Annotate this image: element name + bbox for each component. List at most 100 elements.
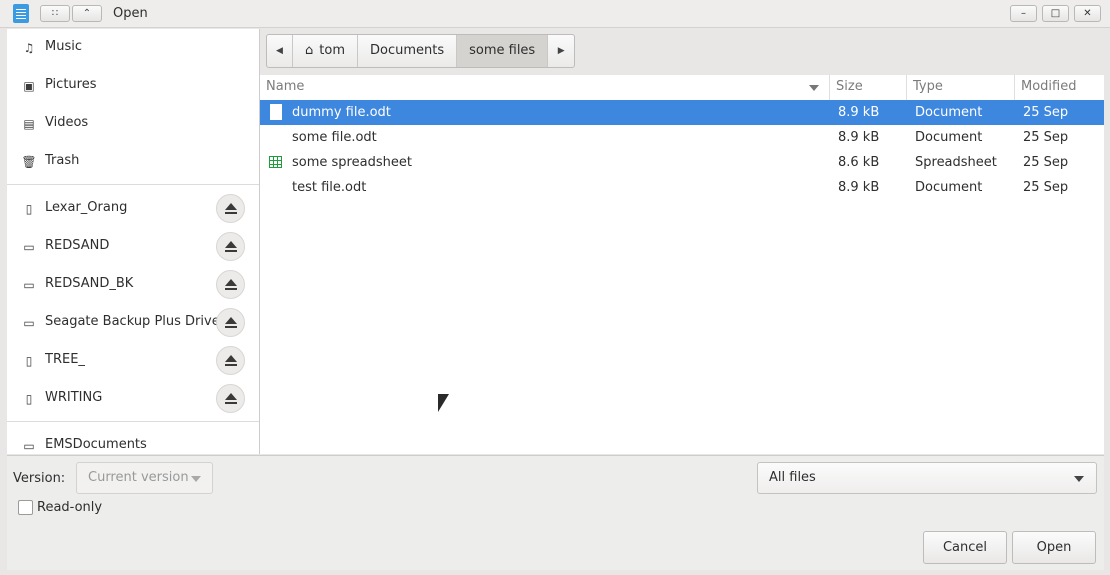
chevron-down-icon: [191, 476, 201, 482]
path-forward-button[interactable]: ▶: [548, 35, 574, 67]
file-row[interactable]: some file.odt 8.9 kB Document 25 Sep: [260, 125, 1104, 150]
cancel-button[interactable]: Cancel: [923, 531, 1007, 564]
drive-icon: ▭: [23, 240, 35, 254]
sidebar-item-seagate[interactable]: ▭ Seagate Backup Plus Drive: [7, 304, 259, 342]
chevron-down-icon: [1074, 476, 1084, 482]
sidebar-item-videos[interactable]: ▤ Videos: [7, 105, 259, 143]
sort-descending-icon: [809, 85, 819, 91]
eject-icon[interactable]: [216, 346, 245, 375]
sidebar-separator: [7, 421, 259, 422]
file-name: dummy file.odt: [292, 105, 391, 120]
usb-drive-icon: ▯: [25, 202, 33, 216]
column-header-type[interactable]: Type: [907, 75, 1015, 100]
column-header-size[interactable]: Size: [830, 75, 907, 100]
path-crumb-label: tom: [319, 43, 345, 58]
maximize-button[interactable]: □: [1042, 5, 1069, 22]
title-bar: ∷ ⌃ Open – □ ✕: [0, 0, 1110, 28]
picture-icon: ▣: [23, 79, 35, 93]
file-size: 8.9 kB: [838, 130, 880, 145]
file-name: some file.odt: [292, 130, 377, 145]
readonly-checkbox[interactable]: [18, 500, 33, 515]
file-type: Document: [915, 180, 983, 195]
sidebar-item-redsand[interactable]: ▭ REDSAND: [7, 228, 259, 266]
sidebar-item-label: Lexar_Orang: [45, 200, 128, 215]
grid-menu-button[interactable]: ∷: [40, 5, 70, 22]
film-icon: ▤: [23, 117, 35, 131]
column-header-name[interactable]: Name: [260, 75, 830, 100]
minimize-button[interactable]: –: [1010, 5, 1037, 22]
sidebar-item-label: Seagate Backup Plus Drive: [45, 314, 220, 329]
writer-app-icon: [13, 4, 29, 23]
eject-icon[interactable]: [216, 194, 245, 223]
document-icon: [270, 104, 282, 120]
sidebar-item-lexar-orang[interactable]: ▯ Lexar_Orang: [7, 190, 259, 228]
sidebar-item-writing[interactable]: ▯ WRITING: [7, 380, 259, 418]
file-type: Document: [915, 105, 983, 120]
sidebar-item-label: Music: [45, 39, 82, 54]
sidebar-item-label: Pictures: [45, 77, 97, 92]
file-type: Spreadsheet: [915, 155, 997, 170]
window-title: Open: [113, 6, 148, 21]
sidebar-item-label: TREE_: [45, 352, 85, 367]
file-row[interactable]: dummy file.odt 8.9 kB Document 25 Sep: [260, 100, 1104, 125]
file-name: test file.odt: [292, 180, 367, 195]
sidebar-item-label: Trash: [45, 153, 80, 168]
path-crumb-some-files[interactable]: some files: [457, 35, 549, 67]
music-note-icon: ♫: [23, 41, 35, 55]
sidebar-item-redsand-bk[interactable]: ▭ REDSAND_BK: [7, 266, 259, 304]
sidebar-item-music[interactable]: ♫ Music: [7, 29, 259, 67]
column-header-label: Name: [266, 79, 305, 94]
usb-drive-icon: ▯: [25, 354, 33, 368]
file-filter-value: All files: [769, 470, 816, 485]
file-row[interactable]: some spreadsheet 8.6 kB Spreadsheet 25 S…: [260, 150, 1104, 175]
open-button[interactable]: Open: [1012, 531, 1096, 564]
file-size: 8.9 kB: [838, 105, 880, 120]
file-modified: 25 Sep: [1023, 105, 1069, 120]
places-sidebar: ♫ Music ▣ Pictures ▤ Videos 🗑 Trash ▯ Le…: [7, 29, 260, 454]
sidebar-item-tree[interactable]: ▯ TREE_: [7, 342, 259, 380]
path-bar: ◀ ⌂ tom Documents some files ▶: [266, 34, 576, 68]
file-modified: 25 Sep: [1023, 155, 1069, 170]
trash-icon: 🗑: [21, 155, 37, 169]
file-size: 8.6 kB: [838, 155, 880, 170]
drive-icon: ▭: [23, 278, 35, 292]
eject-icon[interactable]: [216, 270, 245, 299]
shade-up-button[interactable]: ⌃: [72, 5, 102, 22]
file-modified: 25 Sep: [1023, 130, 1069, 145]
version-combo[interactable]: Current version: [76, 462, 213, 494]
usb-drive-icon: ▯: [25, 392, 33, 406]
path-crumb-documents[interactable]: Documents: [358, 35, 458, 67]
mouse-pointer-icon: [438, 394, 449, 412]
readonly-label: Read-only: [37, 500, 103, 515]
file-type: Document: [915, 130, 983, 145]
sidebar-item-trash[interactable]: 🗑 Trash: [7, 143, 259, 181]
eject-icon[interactable]: [216, 308, 245, 337]
sidebar-item-emsdocuments[interactable]: ▭ EMSDocuments: [7, 427, 259, 454]
file-row[interactable]: test file.odt 8.9 kB Document 25 Sep: [260, 175, 1104, 200]
sidebar-item-label: WRITING: [45, 390, 103, 405]
sidebar-item-label: EMSDocuments: [45, 437, 147, 452]
dialog-options-area: Version: Current version Read-only All f…: [7, 455, 1104, 570]
file-modified: 25 Sep: [1023, 180, 1069, 195]
home-icon: ⌂: [305, 43, 314, 58]
spreadsheet-icon: [269, 156, 282, 168]
sidebar-item-pictures[interactable]: ▣ Pictures: [7, 67, 259, 105]
eject-icon[interactable]: [216, 232, 245, 261]
path-crumb-home[interactable]: ⌂ tom: [293, 35, 358, 67]
eject-icon[interactable]: [216, 384, 245, 413]
file-list: Name Size Type Modified dummy file.odt 8…: [260, 75, 1104, 454]
sidebar-item-label: REDSAND: [45, 238, 110, 253]
file-size: 8.9 kB: [838, 180, 880, 195]
sidebar-separator: [7, 184, 259, 185]
sidebar-item-label: REDSAND_BK: [45, 276, 134, 291]
version-label: Version:: [13, 471, 66, 486]
close-button[interactable]: ✕: [1074, 5, 1101, 22]
file-filter-combo[interactable]: All files: [757, 462, 1097, 494]
column-header-modified[interactable]: Modified: [1015, 75, 1104, 100]
drive-icon: ▭: [23, 439, 35, 453]
version-combo-value: Current version: [88, 470, 189, 485]
sidebar-item-label: Videos: [45, 115, 89, 130]
file-name: some spreadsheet: [292, 155, 412, 170]
path-back-button[interactable]: ◀: [267, 35, 293, 67]
drive-icon: ▭: [23, 316, 35, 330]
